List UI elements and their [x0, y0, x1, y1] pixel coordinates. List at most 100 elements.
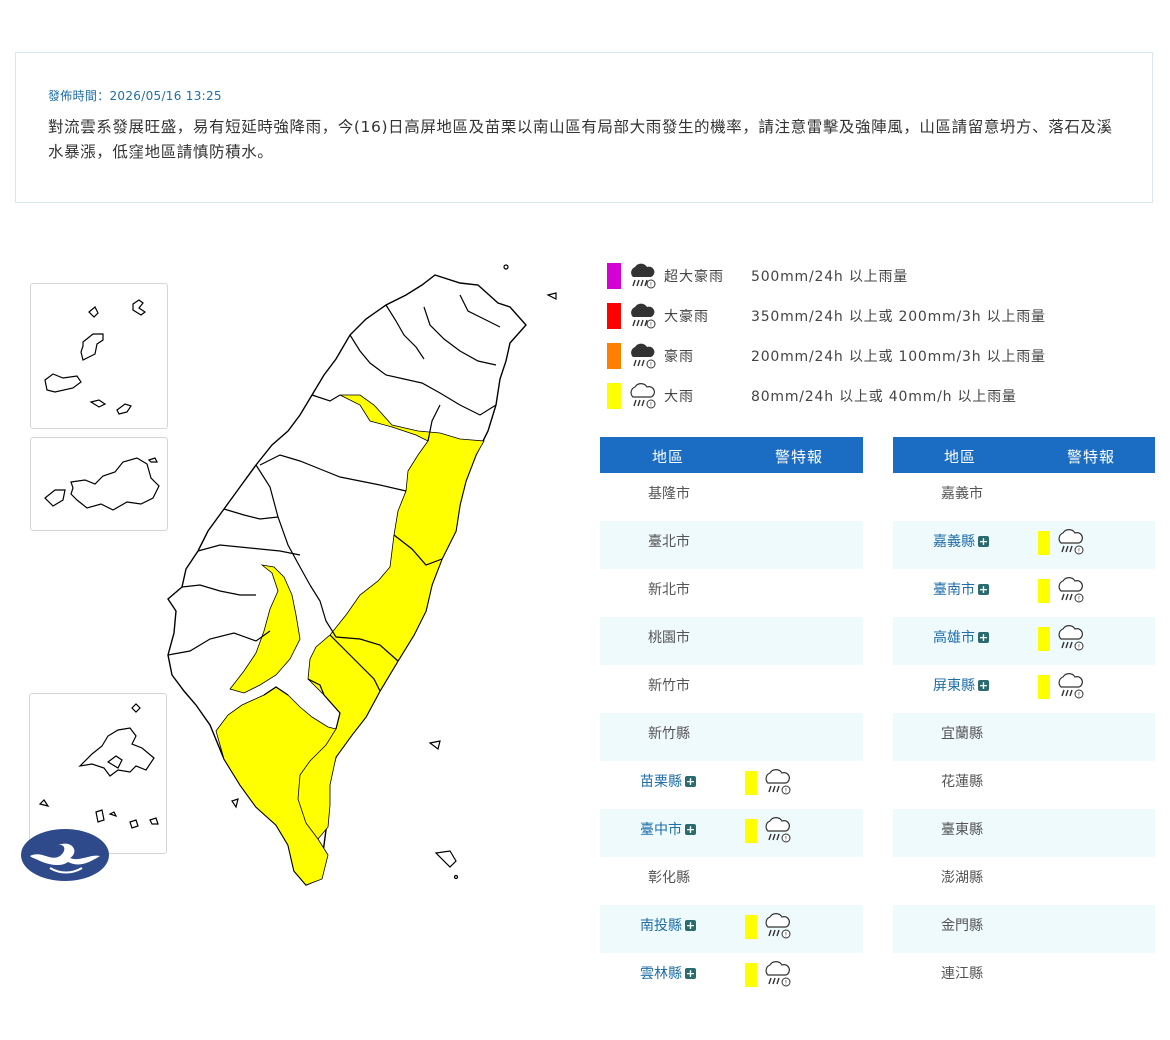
region-name[interactable]: 雲林縣 +: [640, 963, 696, 983]
expand-plus-icon[interactable]: +: [685, 776, 696, 787]
expand-plus-icon[interactable]: +: [685, 920, 696, 931]
svg-text:!: !: [785, 932, 787, 939]
region-label: 南投縣: [640, 918, 682, 934]
expand-plus-icon[interactable]: +: [978, 632, 989, 643]
svg-text:!: !: [785, 788, 787, 795]
region-name[interactable]: 高雄市 +: [933, 627, 989, 647]
region-table-left: 地區 警特報 基隆市 臺北市 新北市 桃園市 新竹市 新竹縣 苗栗縣 +! 臺中市 +! 彰化縣 南投…: [600, 437, 863, 1001]
region-name[interactable]: 臺中市 +: [640, 819, 696, 839]
table-header: 地區 警特報: [893, 437, 1155, 473]
svg-text:!: !: [650, 322, 652, 329]
region-label: 臺東縣: [941, 822, 983, 838]
region-name: 連江縣: [941, 963, 983, 983]
legend-swatch: [607, 343, 621, 369]
region-label: 基隆市: [648, 486, 690, 502]
region-label: 金門縣: [941, 918, 983, 934]
region-name: 金門縣: [941, 915, 983, 935]
table-row: 金門縣: [893, 905, 1155, 953]
region-label: 臺北市: [648, 534, 690, 550]
expand-plus-icon[interactable]: +: [685, 968, 696, 979]
kinmen-inset: [30, 437, 168, 531]
warning-column-header: 警特報: [1067, 448, 1116, 466]
legend-desc: 80mm/24h 以上或 40mm/h 以上雨量: [751, 389, 1017, 405]
heavy-rain-icon: !: [1058, 529, 1084, 555]
extreme-torrential-rain-icon: !: [631, 263, 656, 289]
heavy-rain-icon: !: [765, 913, 791, 939]
warning-level-swatch: [1038, 675, 1050, 699]
warning-level-swatch: [1038, 531, 1050, 555]
expand-plus-icon[interactable]: +: [978, 680, 989, 691]
region-name: 花蓮縣: [941, 771, 983, 791]
svg-text:!: !: [1078, 596, 1080, 603]
warning-level-swatch: [745, 819, 757, 843]
region-name[interactable]: 屏東縣 +: [933, 675, 989, 695]
table-row[interactable]: 高雄市 +!: [893, 617, 1155, 665]
region-name: 新北市: [648, 579, 690, 599]
region-label: 臺中市: [640, 822, 682, 838]
expand-plus-icon[interactable]: +: [685, 824, 696, 835]
extremely-heavy-rain-icon: !: [631, 343, 656, 369]
region-name[interactable]: 南投縣 +: [640, 915, 696, 935]
region-column-header: 地區: [944, 448, 977, 466]
region-label: 彰化縣: [648, 870, 690, 886]
table-row[interactable]: 臺南市 +!: [893, 569, 1155, 617]
legend-name: 大雨: [664, 389, 694, 405]
legend-row-torrential: ! 大豪雨 350mm/24h 以上或 200mm/3h 以上雨量: [607, 298, 1167, 338]
warning-level-swatch: [745, 915, 757, 939]
heavy-rain-icon: !: [765, 961, 791, 987]
svg-text:!: !: [785, 980, 787, 987]
region-name[interactable]: 苗栗縣 +: [640, 771, 696, 791]
svg-text:!: !: [650, 402, 652, 409]
region-label: 新北市: [648, 582, 690, 598]
table-row: 新竹縣: [600, 713, 863, 761]
taiwan-map: [167, 264, 557, 886]
table-row: 連江縣: [893, 953, 1155, 1001]
region-label: 宜蘭縣: [941, 726, 983, 742]
table-row: 基隆市: [600, 473, 863, 521]
region-name: 彰化縣: [648, 867, 690, 887]
table-row: 臺北市: [600, 521, 863, 569]
region-label: 新竹縣: [648, 726, 690, 742]
table-row[interactable]: 臺中市 +!: [600, 809, 863, 857]
expand-plus-icon[interactable]: +: [978, 584, 989, 595]
heavy-rain-icon: !: [765, 817, 791, 843]
region-column-header: 地區: [652, 448, 685, 466]
heavy-rain-icon: !: [765, 769, 791, 795]
region-label: 嘉義市: [941, 486, 983, 502]
region-label: 花蓮縣: [941, 774, 983, 790]
region-name: 基隆市: [648, 483, 690, 503]
torrential-rain-icon: !: [631, 303, 656, 329]
heavy-rain-icon: !: [1058, 625, 1084, 651]
region-name: 臺東縣: [941, 819, 983, 839]
table-row: 宜蘭縣: [893, 713, 1155, 761]
heavy-rain-icon: !: [1058, 577, 1084, 603]
table-row[interactable]: 屏東縣 +!: [893, 665, 1155, 713]
region-label: 屏東縣: [933, 678, 975, 694]
table-row[interactable]: 雲林縣 +!: [600, 953, 863, 1001]
table-row[interactable]: 苗栗縣 +!: [600, 761, 863, 809]
region-label: 嘉義縣: [933, 534, 975, 550]
legend-desc: 500mm/24h 以上雨量: [751, 269, 909, 285]
issue-time: 發佈時間：2026/05/16 13:25: [48, 89, 222, 103]
region-label: 臺南市: [933, 582, 975, 598]
rainfall-legend: ! 超大豪雨 500mm/24h 以上雨量 ! 大豪雨 350mm/24h 以上…: [607, 258, 1167, 418]
region-name: 嘉義市: [941, 483, 983, 503]
legend-row-extremely-heavy: ! 豪雨 200mm/24h 以上或 100mm/3h 以上雨量: [607, 338, 1167, 378]
svg-text:!: !: [1078, 692, 1080, 699]
region-name: 臺北市: [648, 531, 690, 551]
region-name: 新竹市: [648, 675, 690, 695]
region-label: 連江縣: [941, 966, 983, 982]
table-row[interactable]: 南投縣 +!: [600, 905, 863, 953]
region-name: 澎湖縣: [941, 867, 983, 887]
table-header: 地區 警特報: [600, 437, 863, 473]
table-row: 澎湖縣: [893, 857, 1155, 905]
region-name[interactable]: 嘉義縣 +: [933, 531, 989, 551]
region-name[interactable]: 臺南市 +: [933, 579, 989, 599]
heavy-rain-icon: !: [630, 383, 656, 409]
svg-text:!: !: [650, 362, 652, 369]
svg-text:!: !: [650, 282, 652, 289]
expand-plus-icon[interactable]: +: [978, 536, 989, 547]
table-row[interactable]: 嘉義縣 +!: [893, 521, 1155, 569]
table-row: 新竹市: [600, 665, 863, 713]
legend-name: 超大豪雨: [664, 269, 724, 285]
